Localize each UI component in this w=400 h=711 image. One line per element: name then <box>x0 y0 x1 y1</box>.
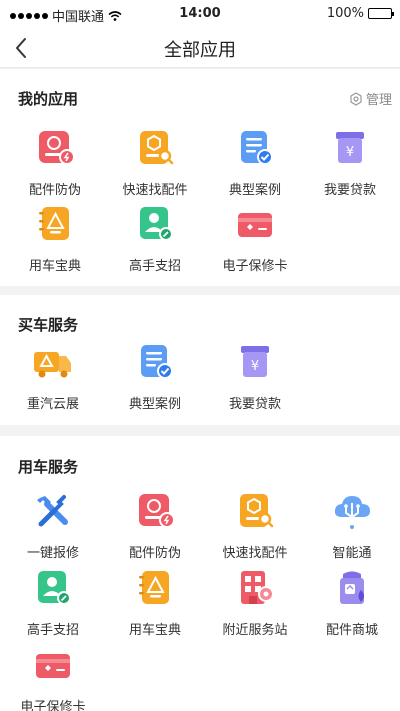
buy-service-title: 买车服务 <box>18 316 79 334</box>
cases-icon <box>133 340 177 384</box>
app-label: 配件防伪 <box>128 546 181 561</box>
app-label: 我要贷款 <box>228 397 281 412</box>
status-bar: 中国联通 14:00 100% <box>0 0 400 28</box>
app-item[interactable]: 智能通 <box>302 489 400 561</box>
app-label: 典型案例 <box>228 183 281 198</box>
app-label: 用车宝典 <box>128 623 181 638</box>
app-item[interactable]: 我要贷款 <box>300 126 400 198</box>
page-title: 全部应用 <box>164 40 236 61</box>
app-label: 快速找配件 <box>222 546 288 561</box>
app-label: 我要贷款 <box>323 183 376 198</box>
app-item[interactable]: 高手支招 <box>105 202 205 274</box>
app-label: 电子保修卡 <box>20 700 86 711</box>
battery-icon <box>368 8 394 19</box>
app-label: 重汽云展 <box>26 397 79 412</box>
guide-book-icon <box>33 202 77 246</box>
app-item[interactable]: 用车宝典 <box>5 202 105 274</box>
find-parts-icon <box>233 489 277 533</box>
app-label: 高手支招 <box>128 259 181 274</box>
app-label: 配件商城 <box>325 623 378 638</box>
app-label: 电子保修卡 <box>222 259 288 274</box>
nav-bar: 全部应用 <box>0 28 400 68</box>
truck-expo-icon <box>31 340 75 384</box>
use-service-section: 用车服务 一键报修 配件防伪 快速找配件 智能通 高手支招 用车宝典 附近服务站… <box>0 436 400 711</box>
warranty-card-icon <box>31 643 75 687</box>
app-label: 配件防伪 <box>28 183 81 198</box>
parts-mall-icon <box>330 566 374 610</box>
app-label: 一键报修 <box>26 546 79 561</box>
app-item[interactable]: 用车宝典 <box>105 566 205 638</box>
battery-percent: 100% <box>326 6 364 21</box>
find-parts-icon <box>133 126 177 170</box>
repair-tools-icon <box>31 489 75 533</box>
app-label: 智能通 <box>332 546 372 561</box>
app-item[interactable]: 配件防伪 <box>5 126 105 198</box>
loan-icon <box>233 340 277 384</box>
app-item[interactable]: 重汽云展 <box>3 340 103 412</box>
app-item[interactable]: 快速找配件 <box>105 126 205 198</box>
app-label: 典型案例 <box>128 397 181 412</box>
nearby-station-icon <box>233 566 277 610</box>
app-label: 用车宝典 <box>28 259 81 274</box>
app-item[interactable]: 一键报修 <box>3 489 103 561</box>
my-apps-section: 我的应用 管理 配件防伪 快速找配件 典型案例 我要贷款 用车宝典 高手支招 电… <box>0 69 400 286</box>
app-item[interactable]: 快速找配件 <box>205 489 305 561</box>
app-label: 附近服务站 <box>222 623 288 638</box>
buy-service-section: 买车服务 重汽云展 典型案例 我要贷款 <box>0 295 400 425</box>
app-label: 快速找配件 <box>122 183 188 198</box>
app-label: 高手支招 <box>26 623 79 638</box>
app-item[interactable]: 高手支招 <box>3 566 103 638</box>
expert-tips-icon <box>31 566 75 610</box>
app-item[interactable]: 电子保修卡 <box>205 202 305 274</box>
cases-icon <box>233 126 277 170</box>
loan-icon <box>328 126 372 170</box>
manage-label: 管理 <box>365 93 392 108</box>
app-item[interactable]: 典型案例 <box>105 340 205 412</box>
app-item[interactable]: 附近服务站 <box>205 566 305 638</box>
app-item[interactable]: 典型案例 <box>205 126 305 198</box>
app-item[interactable]: 我要贷款 <box>205 340 305 412</box>
part-anticounterfeit-icon <box>133 489 177 533</box>
app-item[interactable]: 配件防伪 <box>105 489 205 561</box>
status-right: 100% <box>326 6 394 21</box>
my-apps-title: 我的应用 <box>18 90 79 108</box>
manage-button[interactable]: 管理 <box>349 89 392 108</box>
warranty-card-icon <box>233 202 277 246</box>
app-item[interactable]: 配件商城 <box>302 566 400 638</box>
app-item[interactable]: 电子保修卡 <box>3 643 103 711</box>
part-anticounterfeit-icon <box>33 126 77 170</box>
guide-book-icon <box>133 566 177 610</box>
smart-cloud-icon <box>330 489 374 533</box>
gear-icon <box>350 91 362 106</box>
use-service-title: 用车服务 <box>18 458 79 476</box>
expert-tips-icon <box>133 202 177 246</box>
